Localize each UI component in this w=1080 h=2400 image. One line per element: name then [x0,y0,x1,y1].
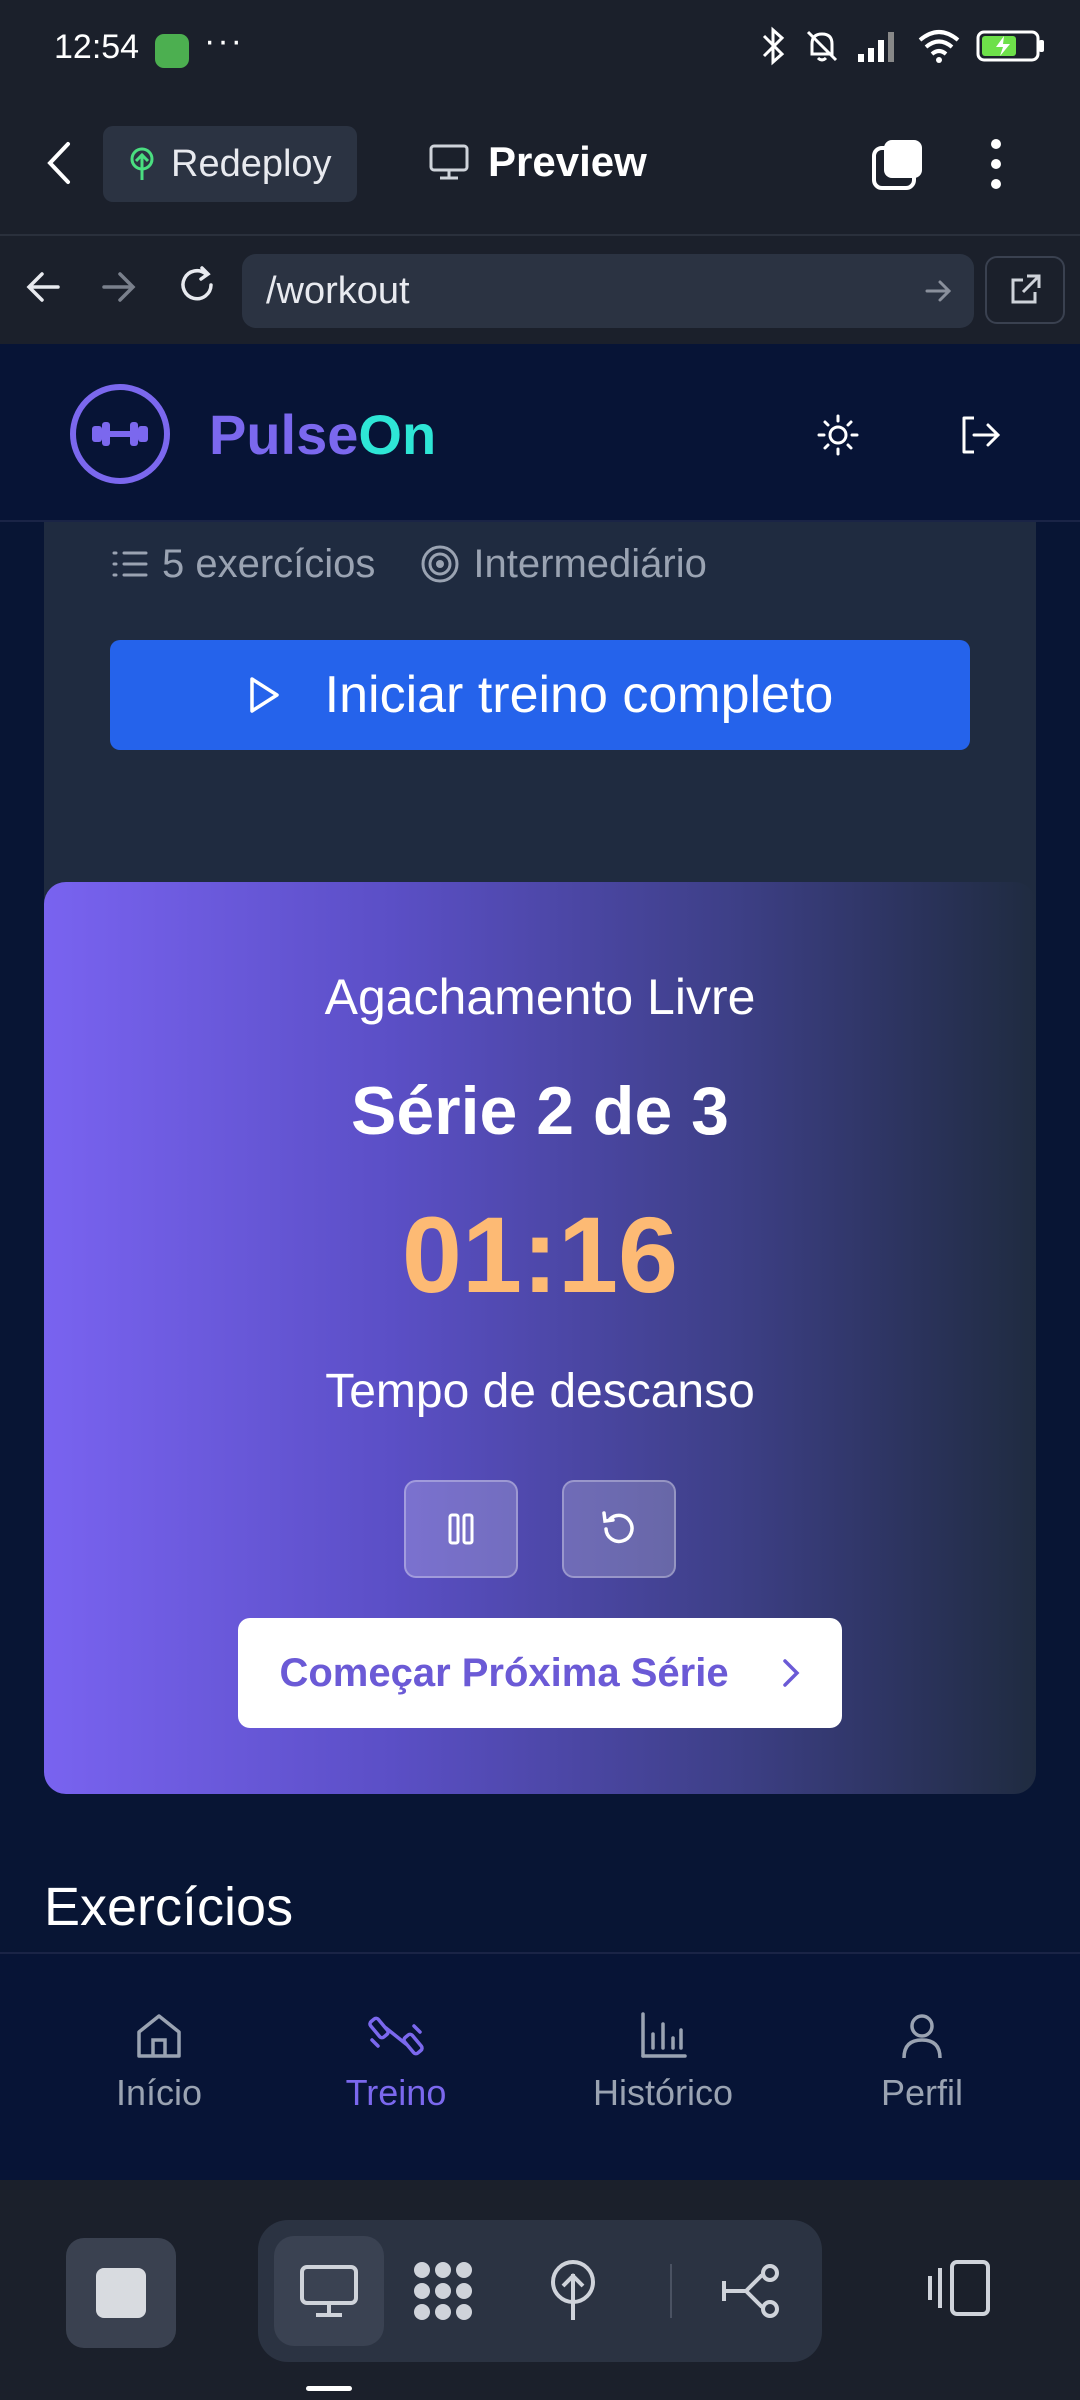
browser-forward-icon[interactable] [100,268,138,306]
brand-part2: On [358,403,437,466]
preview-mode-button[interactable] [274,2236,384,2346]
redeploy-button[interactable]: Redeploy [103,126,357,202]
difficulty-level: Intermediário [419,541,707,587]
nav-label-profile: Perfil [880,2072,964,2113]
list-icon [112,551,148,577]
nav-label-history: Histórico [592,2072,734,2113]
grid-apps-icon [414,2262,472,2320]
muted-bell-icon [806,30,838,62]
chevron-right-icon [782,1659,800,1687]
pause-icon [448,1513,474,1545]
pause-button[interactable] [404,1480,518,1578]
series-indicator: Série 2 de 3 [350,1073,730,1149]
preview-label: Preview [488,138,647,185]
logo [70,384,170,484]
side-panel-icon[interactable] [926,2258,992,2318]
stop-button[interactable] [66,2238,176,2348]
whatsapp-icon [155,34,189,68]
signal-icon [858,32,894,62]
divider [0,234,1080,236]
toolbar-pill [258,2220,822,2362]
exercises-section-title: Exercícios [44,1877,294,1937]
status-time: 12:54 [54,28,140,66]
tabs-icon[interactable] [870,138,926,194]
more-vertical-icon[interactable] [983,136,1009,192]
open-external-button[interactable] [985,256,1065,324]
workout-meta: 5 exercícios Intermediário [110,522,707,606]
rest-label: Tempo de descanso [325,1365,755,1418]
start-workout-label: Iniciar treino completo [324,666,834,724]
rest-timer-card: Agachamento Livre Série 2 de 3 01:16 Tem… [44,882,1036,1794]
nav-label-workout: Treino [345,2072,447,2113]
play-icon [249,677,279,713]
more-notifications-icon: ··· [204,22,244,60]
dumbbell-icon [368,2016,424,2056]
editor-toolbar [0,2180,1080,2400]
home-icon [137,2014,181,2058]
next-series-label: Começar Próxima Série [279,1650,729,1695]
reset-button[interactable] [562,1480,676,1578]
main-content[interactable]: 5 exercícios Intermediário Iniciar trein… [0,522,1080,1952]
apps-button[interactable] [388,2236,498,2346]
wifi-icon [918,30,960,63]
monitor-icon [429,144,469,180]
exercise-name: Agachamento Livre [324,969,756,1025]
redeploy-icon [130,147,154,180]
exercise-count: 5 exercícios [110,542,375,587]
reload-icon[interactable] [176,264,218,306]
url-text[interactable]: /workout [266,270,410,313]
brand-name: PulseOn [209,402,436,467]
external-link-icon [1011,274,1041,304]
preview-tab[interactable]: Preview [428,138,647,186]
bluetooth-icon [762,26,785,66]
bar-chart-icon [641,2012,687,2058]
back-icon[interactable] [46,140,72,186]
nav-item-history[interactable]: Histórico [563,2010,763,2114]
start-workout-button[interactable]: Iniciar treino completo [110,640,970,750]
monitor-icon [300,2265,358,2317]
next-series-button[interactable]: Começar Próxima Série [238,1618,842,1728]
workflow-button[interactable] [696,2236,806,2346]
go-arrow-icon[interactable] [924,276,954,306]
nav-item-profile[interactable]: Perfil [822,2010,1022,2114]
status-icons [758,26,1046,66]
exercise-count-label: 5 exercícios [162,541,376,586]
nav-item-workout[interactable]: Treino [296,2010,496,2114]
sun-icon [817,414,859,456]
stop-icon [96,2268,146,2318]
logout-icon [962,416,1001,454]
target-icon [421,545,459,583]
nav-item-home[interactable]: Início [59,2010,259,2114]
branch-icon [722,2264,779,2318]
bottom-navigation: Início Treino Histórico Perfil [0,1952,1080,2180]
home-indicator [306,2386,352,2391]
user-icon [902,2014,942,2059]
toolbar-divider [670,2264,672,2318]
reset-icon [602,1511,634,1544]
deploy-icon [551,2260,595,2320]
nav-label-home: Início [115,2072,203,2113]
app-header: PulseOn [0,344,1080,522]
redeploy-label: Redeploy [171,142,332,185]
logout-button[interactable] [958,414,1002,456]
rest-countdown: 01:16 [401,1194,679,1315]
dumbbell-icon [92,422,148,446]
brand-part1: Pulse [209,403,359,466]
deploy-button[interactable] [518,2236,628,2346]
theme-toggle-button[interactable] [817,414,859,456]
browser-back-icon[interactable] [24,268,62,306]
difficulty-label: Intermediário [473,541,707,586]
browser-chrome: 12:54 ··· Redeploy Preview /workout [0,0,1080,344]
battery-icon [976,30,1044,62]
